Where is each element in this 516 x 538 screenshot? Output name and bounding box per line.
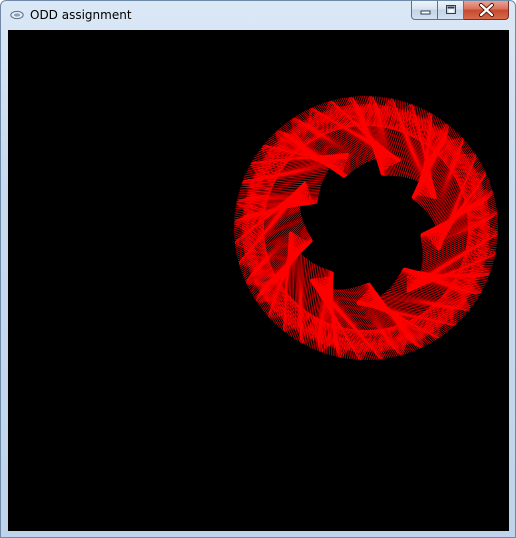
maximize-button[interactable] <box>438 1 464 20</box>
maximize-icon <box>446 5 456 14</box>
app-window: ODD assignment <box>0 0 516 538</box>
title-bar[interactable]: ODD assignment <box>1 1 515 30</box>
minimize-icon <box>420 10 431 15</box>
close-icon <box>479 3 494 17</box>
spirograph-drawing <box>233 95 499 361</box>
close-button[interactable] <box>464 1 509 20</box>
minimize-button[interactable] <box>411 1 438 20</box>
drawing-canvas[interactable] <box>8 30 509 531</box>
caption-buttons <box>411 1 509 20</box>
window-title: ODD assignment <box>30 8 132 22</box>
app-icon[interactable] <box>10 10 24 20</box>
